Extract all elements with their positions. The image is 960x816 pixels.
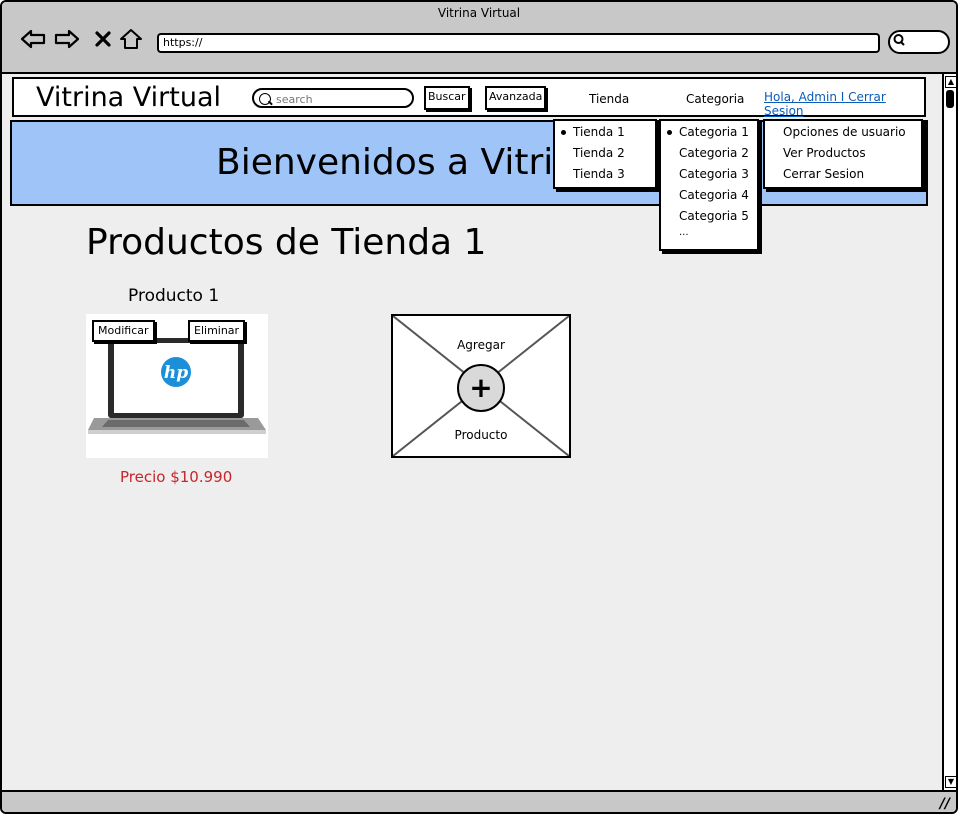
dropdown-item-categoria-2[interactable]: Categoria 2 xyxy=(679,146,749,160)
menu-tienda[interactable]: Tienda xyxy=(589,92,629,106)
search-input[interactable]: search xyxy=(252,88,414,108)
scroll-thumb[interactable] xyxy=(946,90,954,108)
scroll-up-icon[interactable]: ▲ xyxy=(945,76,956,88)
url-bar[interactable]: https:// xyxy=(157,33,880,53)
product-price: Precio $10.990 xyxy=(120,468,233,486)
search-icon xyxy=(259,93,271,105)
vertical-scrollbar[interactable]: ▲ ▼ xyxy=(942,74,956,790)
dropdown-item-categoria-1[interactable]: Categoria 1 xyxy=(679,125,749,139)
page-title: Productos de Tienda 1 xyxy=(86,222,487,263)
browser-search-button[interactable] xyxy=(888,30,950,54)
status-bar: // xyxy=(2,790,956,812)
dropdown-item-cerrar-sesion[interactable]: Cerrar Sesion xyxy=(783,167,864,181)
dropdown-tienda: Tienda 1 Tienda 2 Tienda 3 xyxy=(553,119,657,189)
dropdown-item-tienda-2[interactable]: Tienda 2 xyxy=(573,146,625,160)
browser-toolbar: Vitrina Virtual https:// xyxy=(2,2,956,74)
menu-categoria[interactable]: Categoria xyxy=(686,92,744,106)
add-label-bottom: Producto xyxy=(454,428,508,442)
window-title: Vitrina Virtual xyxy=(437,6,521,20)
selected-dot-icon xyxy=(561,130,566,135)
dropdown-item-tienda-3[interactable]: Tienda 3 xyxy=(573,167,625,181)
dropdown-item-categoria-5[interactable]: Categoria 5 xyxy=(679,209,749,223)
add-product-card[interactable]: Agregar + Producto xyxy=(391,314,571,458)
site-brand[interactable]: Vitrina Virtual xyxy=(36,82,221,113)
dropdown-item-categoria-4[interactable]: Categoria 4 xyxy=(679,188,749,202)
dropdown-item-categoria-3[interactable]: Categoria 3 xyxy=(679,167,749,181)
dropdown-item-ver-productos[interactable]: Ver Productos xyxy=(783,146,866,160)
selected-dot-icon xyxy=(667,130,672,135)
user-link[interactable]: Hola, Admin I Cerrar Sesion xyxy=(764,90,924,118)
browser-window: Vitrina Virtual https:// Vitrina Virtual… xyxy=(0,0,958,814)
home-icon[interactable] xyxy=(116,24,146,54)
site-header: Vitrina Virtual search Buscar Avanzada T… xyxy=(12,77,926,118)
resize-grip-icon[interactable]: // xyxy=(940,796,950,812)
forward-arrow-icon[interactable] xyxy=(52,24,82,54)
eliminar-button[interactable]: Eliminar xyxy=(188,320,246,342)
product-name: Producto 1 xyxy=(128,286,220,306)
plus-icon[interactable]: + xyxy=(457,364,505,412)
dropdown-item-opciones-usuario[interactable]: Opciones de usuario xyxy=(783,125,906,139)
hp-logo-text: hp xyxy=(164,363,188,383)
dropdown-item-tienda-1[interactable]: Tienda 1 xyxy=(573,125,625,139)
search-icon xyxy=(893,33,905,50)
back-arrow-icon[interactable] xyxy=(18,24,48,54)
dropdown-categoria: Categoria 1 Categoria 2 Categoria 3 Cate… xyxy=(659,119,759,251)
buscar-button[interactable]: Buscar xyxy=(424,86,470,110)
avanzada-button[interactable]: Avanzada xyxy=(485,86,547,110)
dropdown-item-more[interactable]: ... xyxy=(679,227,689,238)
add-label-top: Agregar xyxy=(457,338,505,352)
search-placeholder: search xyxy=(276,93,313,106)
close-icon[interactable] xyxy=(88,24,118,54)
dropdown-usuario: Opciones de usuario Ver Productos Cerrar… xyxy=(763,119,923,189)
scroll-down-icon[interactable]: ▼ xyxy=(945,776,956,788)
modificar-button[interactable]: Modificar xyxy=(92,320,155,342)
page-viewport: Vitrina Virtual search Buscar Avanzada T… xyxy=(8,74,938,788)
